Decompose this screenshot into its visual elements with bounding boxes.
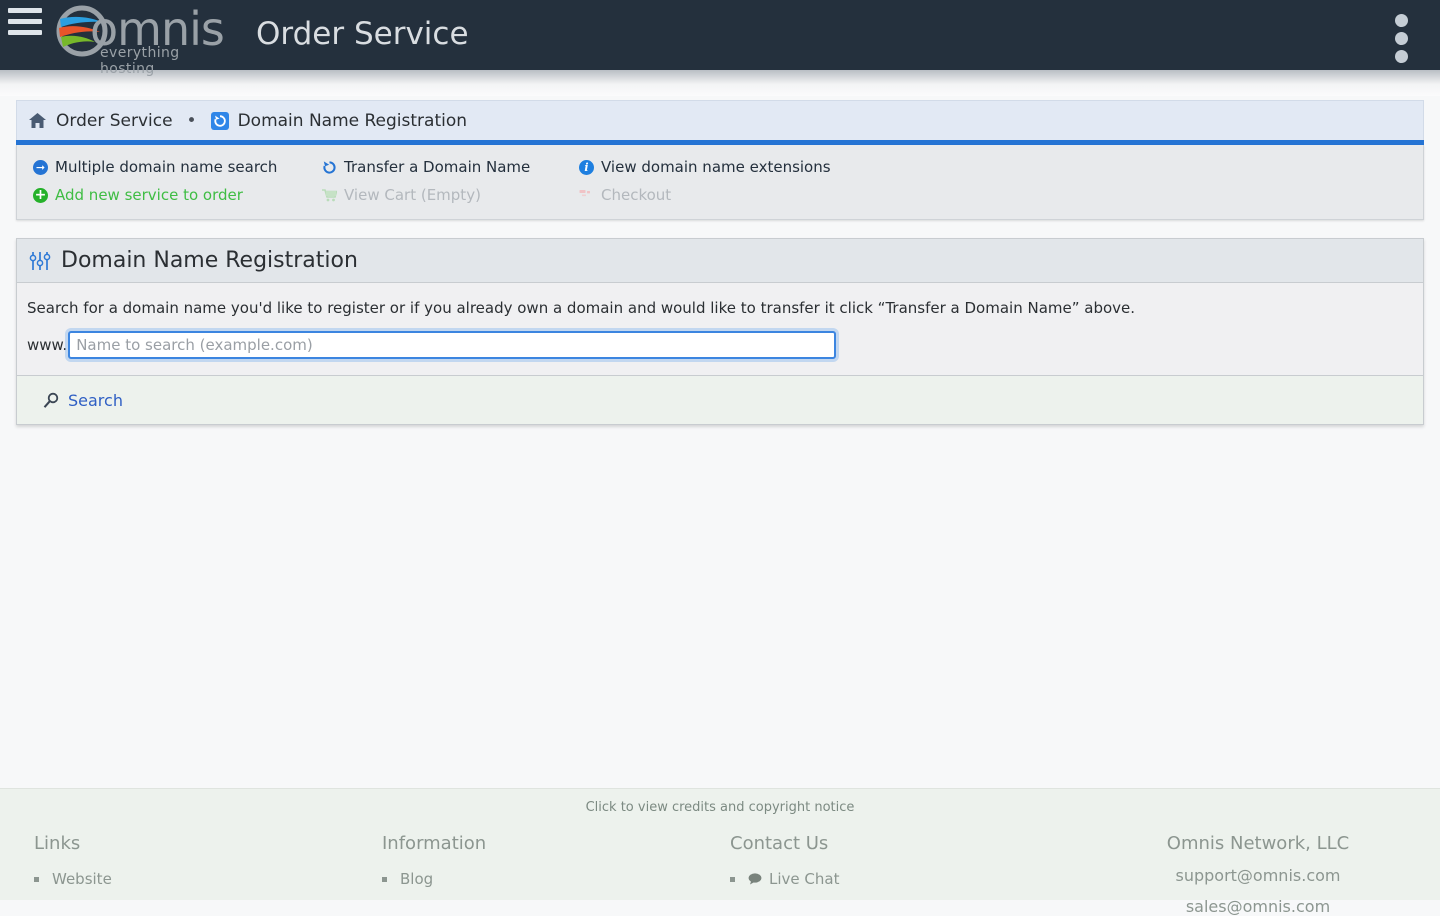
- footer-link-label: Blog: [400, 870, 433, 888]
- panel-description: Search for a domain name you'd like to r…: [27, 299, 1413, 317]
- hamburger-bar: [8, 19, 42, 24]
- domain-search-row: www.: [27, 331, 1413, 359]
- toolbar-item-view-cart: View Cart (Empty): [306, 181, 563, 209]
- footer-column-links: Links Website: [34, 833, 382, 916]
- toolbar-row-2: + Add new service to order View Cart (Em…: [17, 181, 1423, 209]
- breadcrumb-separator: •: [187, 111, 197, 131]
- footer-link-label: Live Chat: [769, 870, 839, 888]
- shopping-cart-icon: [322, 188, 337, 202]
- page-footer: Click to view credits and copyright noti…: [0, 788, 1440, 900]
- toolbar-item-label: View domain name extensions: [601, 158, 831, 176]
- search-button-label: Search: [68, 391, 123, 410]
- kebab-menu-icon[interactable]: [1395, 14, 1408, 63]
- toolbar-item-add-new-service[interactable]: + Add new service to order: [17, 181, 306, 209]
- breadcrumb: Order Service • Domain Name Registration: [16, 100, 1424, 140]
- domain-search-input[interactable]: [68, 331, 836, 359]
- footer-column-heading: Links: [34, 833, 382, 854]
- panel-footer: Search: [17, 375, 1423, 424]
- hamburger-icon[interactable]: [8, 8, 42, 35]
- square-bullet-icon: [730, 877, 735, 882]
- action-toolbar: ➞ Multiple domain name search Transfer a…: [16, 145, 1424, 220]
- footer-link-label: Website: [52, 870, 112, 888]
- toolbar-item-multiple-domain-search[interactable]: ➞ Multiple domain name search: [17, 153, 306, 181]
- plus-circle-icon: +: [33, 188, 48, 203]
- toolbar-item-label: Add new service to order: [55, 186, 243, 204]
- search-button[interactable]: Search: [43, 391, 123, 410]
- credit-card-icon: [579, 189, 594, 202]
- panel-title: Domain Name Registration: [61, 248, 358, 273]
- footer-column-information: Information Blog: [382, 833, 730, 916]
- magnifier-icon: [43, 392, 60, 409]
- breadcrumb-root[interactable]: Order Service: [56, 111, 173, 131]
- square-bullet-icon: [382, 877, 387, 882]
- page-title: Order Service: [256, 16, 469, 52]
- footer-column-heading: Information: [382, 833, 730, 854]
- company-name: Omnis Network, LLC: [1078, 833, 1438, 854]
- chat-bubble-icon: [748, 873, 762, 885]
- kebab-dot: [1395, 14, 1408, 27]
- sliders-icon: [29, 250, 51, 272]
- footer-column-contact: Contact Us Live Chat: [730, 833, 1078, 916]
- info-circle-icon: i: [579, 160, 594, 175]
- app-header: omnis everything hosting Order Service: [0, 0, 1440, 70]
- credits-link[interactable]: Click to view credits and copyright noti…: [0, 789, 1440, 815]
- domain-registration-panel: Domain Name Registration Search for a do…: [16, 238, 1424, 425]
- toolbar-item-label: Multiple domain name search: [55, 158, 277, 176]
- footer-link-website[interactable]: Website: [34, 870, 382, 888]
- home-icon[interactable]: [29, 113, 46, 128]
- logo-tagline: everything hosting: [100, 45, 222, 77]
- toolbar-item-transfer-domain[interactable]: Transfer a Domain Name: [306, 153, 563, 181]
- toolbar-item-label: View Cart (Empty): [344, 186, 481, 204]
- arrow-right-circle-icon: ➞: [33, 160, 48, 175]
- toolbar-item-checkout: Checkout: [563, 181, 963, 209]
- toolbar-row-1: ➞ Multiple domain name search Transfer a…: [17, 153, 1423, 181]
- footer-column-heading: Contact Us: [730, 833, 1078, 854]
- footer-link-blog[interactable]: Blog: [382, 870, 730, 888]
- omnis-logo[interactable]: omnis everything hosting: [52, 2, 222, 64]
- panel-body: Search for a domain name you'd like to r…: [17, 283, 1423, 375]
- refresh-icon: [322, 160, 337, 175]
- www-prefix-label: www.: [27, 336, 67, 354]
- panel-header: Domain Name Registration: [17, 239, 1423, 283]
- toolbar-item-view-extensions[interactable]: i View domain name extensions: [563, 153, 963, 181]
- footer-column-company: Omnis Network, LLC support@omnis.com sal…: [1078, 833, 1438, 916]
- kebab-dot: [1395, 32, 1408, 45]
- company-email[interactable]: support@omnis.com: [1078, 866, 1438, 885]
- toolbar-item-label: Transfer a Domain Name: [344, 158, 530, 176]
- kebab-dot: [1395, 50, 1408, 63]
- toolbar-item-label: Checkout: [601, 186, 671, 204]
- hamburger-bar: [8, 30, 42, 35]
- square-bullet-icon: [34, 877, 39, 882]
- footer-link-live-chat[interactable]: Live Chat: [730, 870, 1078, 888]
- footer-columns: Links Website Information Blog Contact U…: [0, 815, 1440, 916]
- breadcrumb-current: Domain Name Registration: [238, 111, 467, 131]
- refresh-circle-icon: [211, 112, 229, 130]
- hamburger-bar: [8, 8, 42, 13]
